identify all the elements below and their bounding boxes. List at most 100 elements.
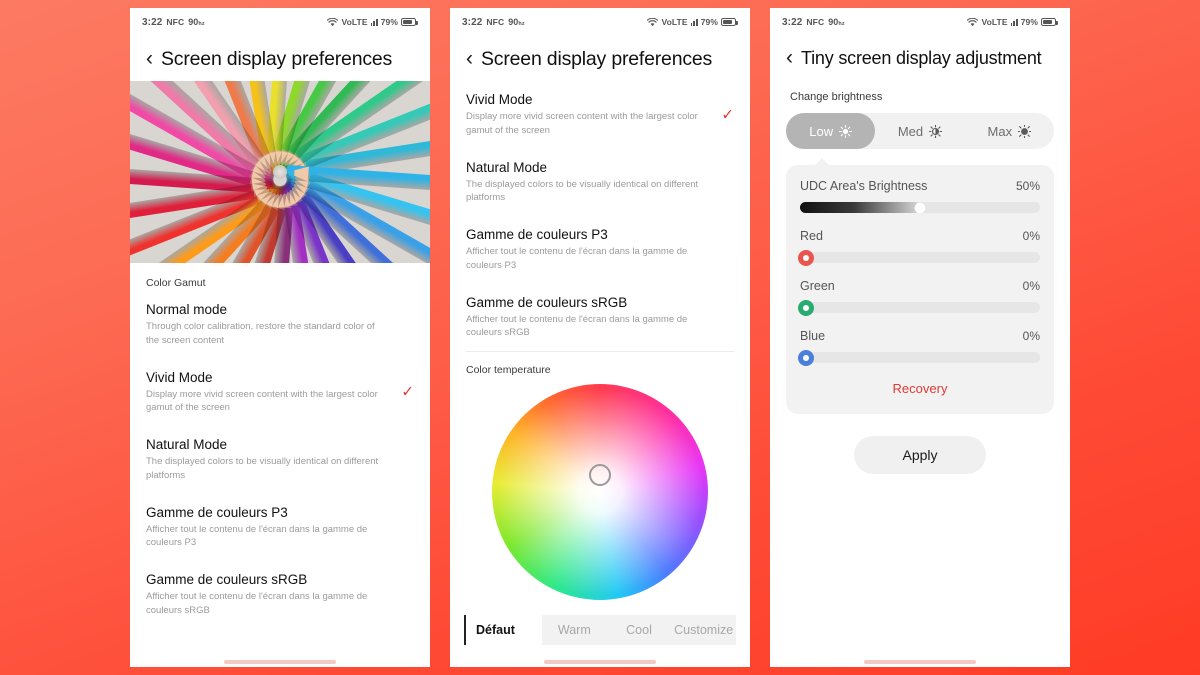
wifi-icon [327, 17, 339, 27]
option-row[interactable]: Natural Mode The displayed colors to be v… [450, 149, 750, 217]
battery-icon [1041, 18, 1058, 26]
slider-label: Blue [800, 329, 826, 343]
back-chevron-icon[interactable]: ‹ [786, 47, 793, 68]
slider-row: Green 0% [798, 279, 1040, 316]
color-wheel-selector[interactable] [589, 463, 611, 486]
slider-knob[interactable] [798, 349, 814, 366]
slider-list: UDC Area's Brightness 50% Red 0% Green 0% Blue… [798, 179, 1040, 366]
option-row[interactable]: Gamme de couleurs P3 Afficher tout le con… [450, 216, 750, 284]
slider-track[interactable] [800, 202, 1040, 213]
option-row[interactable]: Gamme de couleurs sRGB Afficher tout le c… [130, 561, 430, 629]
option-description: Display more vivid screen content with t… [146, 388, 378, 414]
slider-value: 0% [1022, 329, 1040, 343]
brightness-mode-med[interactable]: Med [875, 113, 964, 149]
status-nfc-label: NFC [806, 16, 825, 27]
status-nfc-label: NFC [166, 16, 185, 27]
slider-value: 0% [1022, 279, 1040, 293]
color-temperature-wheel[interactable] [492, 384, 708, 601]
color-adjustment-card: UDC Area's Brightness 50% Red 0% Green 0% Blue… [786, 158, 1054, 414]
option-title: Gamme de couleurs P3 [466, 227, 608, 243]
option-description: The displayed colors to be visually iden… [466, 178, 699, 204]
sun-low-icon [839, 124, 853, 138]
brightness-mode-label: Low [809, 123, 834, 139]
option-row[interactable]: Gamme de couleurs P3 Afficher tout le con… [130, 494, 430, 562]
screenshot-stage: 3:22 NFC 90hz VoLTE 79% ‹ Screen display… [0, 0, 1200, 675]
apply-button[interactable]: Apply [854, 436, 986, 474]
battery-icon [401, 18, 418, 26]
back-chevron-icon[interactable]: ‹ [466, 48, 473, 69]
check-icon: ✓ [401, 383, 414, 401]
option-row[interactable]: Natural Mode The displayed colors to be v… [130, 426, 430, 494]
slider-fill [800, 202, 920, 213]
brightness-mode-low[interactable]: Low [786, 113, 876, 149]
status-time: 3:22 [462, 16, 483, 28]
option-description: Afficher tout le contenu de l'écran dans… [146, 591, 368, 616]
volte-label: VoLTE [341, 17, 368, 27]
section-label-color-gamut: Color Gamut [146, 277, 206, 289]
option-title: Natural Mode [146, 437, 228, 453]
slider-track[interactable] [798, 349, 1040, 366]
signal-bars-icon [1010, 18, 1018, 26]
option-row[interactable]: Vivid Mode Display more vivid screen cont… [130, 359, 430, 427]
option-title: Gamme de couleurs sRGB [466, 294, 628, 310]
color-temperature-tabs: Défaut Warm Cool Customize [450, 615, 750, 645]
status-bar-right: VoLTE 79% [647, 17, 738, 27]
slider-knob[interactable] [798, 249, 814, 266]
title-bar-1: ‹ Screen display preferences [130, 36, 430, 81]
tab-warm[interactable]: Warm [542, 615, 607, 645]
tab-cool[interactable]: Cool [606, 615, 672, 645]
color-gamut-option-list: Normal mode Through color calibration, re… [130, 291, 430, 629]
slider-row: UDC Area's Brightness 50% [800, 179, 1040, 213]
title-bar-2: ‹ Screen display preferences [450, 36, 750, 81]
gesture-bar[interactable] [544, 660, 656, 664]
signal-bars-icon [690, 18, 698, 26]
recovery-button[interactable]: Recovery [800, 363, 1040, 400]
option-row[interactable]: Gamme de couleurs sRGB Afficher tout le c… [450, 284, 750, 352]
status-refresh-rate: 90hz [828, 16, 845, 27]
battery-percent: 79% [1020, 17, 1038, 27]
status-bar: 3:22 NFC 90hz VoLTE 79% [770, 8, 1070, 36]
option-row[interactable]: Normal mode Through color calibration, re… [130, 291, 430, 359]
gesture-bar[interactable] [224, 660, 336, 664]
brightness-mode-label: Max [987, 123, 1013, 139]
option-title: Gamme de couleurs sRGB [146, 572, 308, 588]
tab-customize[interactable]: Customize [671, 615, 737, 645]
slider-header: Blue 0% [800, 329, 1040, 343]
pencil-convergence-point [273, 165, 287, 179]
tab-dfaut[interactable]: Défaut [464, 615, 542, 645]
wifi-icon [647, 17, 659, 27]
status-time: 3:22 [782, 16, 803, 28]
status-bar-left: 3:22 NFC 90hz [782, 17, 845, 28]
page-title: Screen display preferences [481, 48, 713, 70]
slider-knob[interactable] [914, 202, 926, 213]
volte-label: VoLTE [981, 17, 1008, 27]
option-description: Afficher tout le contenu de l'écran dans… [466, 246, 688, 271]
option-title: Natural Mode [466, 159, 548, 175]
gesture-bar[interactable] [864, 660, 976, 664]
status-bar-right: VoLTE 79% [327, 17, 418, 27]
slider-label: Green [800, 279, 835, 293]
option-title: Normal mode [146, 302, 228, 317]
color-wheel-container [450, 380, 750, 601]
check-icon: ✓ [721, 106, 734, 124]
slider-track[interactable] [798, 299, 1040, 316]
sun-max-icon [1017, 123, 1032, 139]
slider-header: Red 0% [800, 229, 1040, 243]
brightness-mode-max[interactable]: Max [965, 113, 1054, 149]
status-bar-right: VoLTE 79% [967, 17, 1058, 27]
slider-label: UDC Area's Brightness [800, 179, 928, 193]
slider-value: 50% [1015, 179, 1040, 193]
option-description: Afficher tout le contenu de l'écran dans… [466, 313, 688, 339]
slider-track[interactable] [798, 249, 1040, 266]
slider-knob[interactable] [798, 299, 814, 316]
option-description: The displayed colors to be visually iden… [146, 456, 379, 481]
option-row[interactable]: Vivid Mode Display more vivid screen cont… [450, 81, 750, 149]
option-title: Vivid Mode [146, 369, 213, 385]
back-chevron-icon[interactable]: ‹ [146, 48, 153, 69]
page-title: Tiny screen display adjustment [801, 48, 1042, 68]
slider-header: Green 0% [800, 279, 1040, 293]
status-refresh-rate: 90hz [508, 16, 525, 27]
